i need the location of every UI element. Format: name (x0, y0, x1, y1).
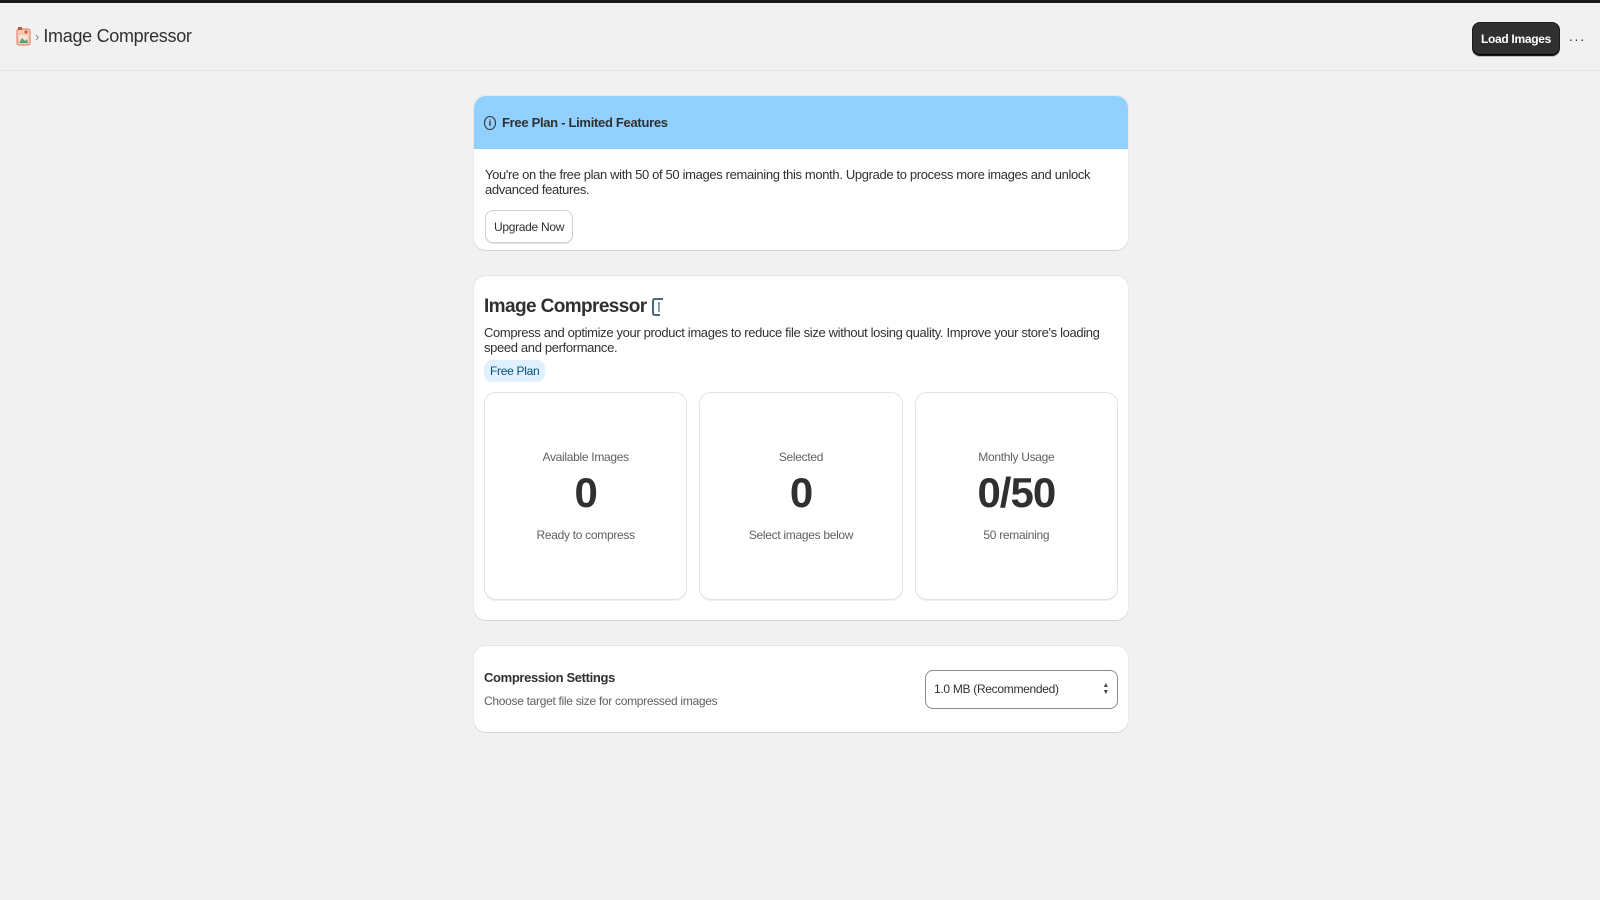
card-description: Compress and optimize your product image… (484, 325, 1100, 355)
free-plan-banner: i Free Plan - Limited Features You're on… (474, 96, 1128, 250)
info-icon: i (484, 115, 496, 130)
settings-title: Compression Settings (484, 670, 615, 685)
stat-label: Selected (778, 450, 824, 464)
card-title-row: Image Compressor (484, 296, 1118, 318)
load-images-button[interactable]: Load Images (1471, 22, 1560, 56)
banner-title: Free Plan - Limited Features (502, 115, 668, 130)
target-size-selected-value: 1.0 MB (Recommended) (934, 682, 1059, 696)
stat-value: 0 (789, 469, 813, 516)
image-compressor-card: Image Compressor Compress and optimize y… (474, 276, 1128, 620)
card-title: Image Compressor (484, 296, 647, 317)
upgrade-now-button[interactable]: Upgrade Now (485, 210, 574, 243)
stat-subtext: Ready to compress (536, 528, 636, 542)
stats-row: Available Images 0 Ready to compress Sel… (484, 392, 1118, 600)
stat-value: 0/50 (977, 469, 1056, 516)
stat-label: Available Images (542, 450, 629, 464)
main-container: i Free Plan - Limited Features You're on… (474, 96, 1128, 732)
settings-text: Compression Settings Choose target file … (484, 670, 718, 708)
stat-available-images: Available Images 0 Ready to compress (484, 392, 688, 600)
compression-settings-card: Compression Settings Choose target file … (474, 646, 1128, 732)
header-actions: Load Images ··· (1471, 22, 1588, 56)
app-header: › Image Compressor Load Images ··· (0, 3, 1600, 71)
banner-text: You're on the free plan with 50 of 50 im… (485, 167, 1091, 197)
image-compressor-app-icon[interactable] (16, 26, 32, 48)
settings-subtitle: Choose target file size for compressed i… (484, 694, 718, 708)
stat-subtext: Select images below (748, 528, 854, 542)
stat-label: Monthly Usage (978, 450, 1055, 464)
plan-badge: Free Plan (484, 360, 546, 382)
breadcrumb-separator: › (35, 29, 40, 44)
page-title: Image Compressor (43, 26, 192, 46)
stat-selected: Selected 0 Select images below (699, 392, 903, 600)
clamp-icon (651, 297, 664, 317)
stat-monthly-usage: Monthly Usage 0/50 50 remaining (914, 392, 1118, 600)
target-size-select[interactable]: 1.0 MB (Recommended) ▲ ▼ (925, 669, 1118, 709)
more-actions-icon[interactable]: ··· (1566, 22, 1588, 56)
stat-value: 0 (574, 469, 597, 516)
banner-body: You're on the free plan with 50 of 50 im… (474, 149, 1128, 250)
select-updown-icon: ▲ ▼ (1102, 682, 1109, 696)
banner-header: i Free Plan - Limited Features (474, 96, 1128, 149)
stat-subtext: 50 remaining (983, 528, 1050, 542)
